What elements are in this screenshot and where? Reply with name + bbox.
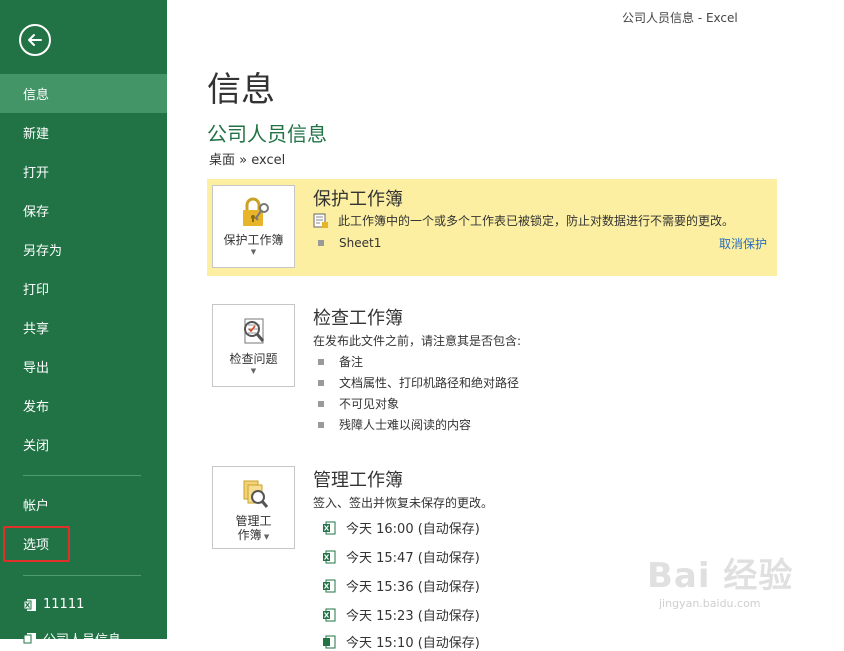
sidebar-item-save-as[interactable]: 另存为 bbox=[0, 230, 167, 269]
inspect-item-label: 文档属性、打印机路径和绝对路径 bbox=[339, 376, 520, 390]
chevron-down-icon: ▼ bbox=[261, 533, 270, 541]
protect-heading: 保护工作簿 bbox=[313, 189, 403, 210]
sidebar-item-label: 导出 bbox=[23, 361, 50, 376]
inspect-heading: 检查工作簿 bbox=[313, 308, 403, 329]
sidebar-item-share[interactable]: 共享 bbox=[0, 308, 167, 347]
sidebar-item-account[interactable]: 帐户 bbox=[0, 485, 167, 524]
inspect-item: 备注 bbox=[318, 353, 363, 370]
watermark-url: jingyan.baidu.com bbox=[659, 597, 761, 610]
sidebar-item-print[interactable]: 打印 bbox=[0, 269, 167, 308]
excel-file-icon bbox=[323, 521, 336, 534]
watermark-logo-text: Bai 经验 bbox=[647, 556, 794, 596]
sidebar-item-close[interactable]: 关闭 bbox=[0, 425, 167, 464]
document-title: 公司人员信息 bbox=[207, 122, 327, 146]
sidebar-item-label: 保存 bbox=[23, 205, 50, 220]
version-label: 今天 15:23 (自动保存) bbox=[346, 609, 480, 624]
page-title: 信息 bbox=[207, 70, 275, 110]
version-item[interactable]: 今天 15:10 (自动保存) bbox=[322, 632, 480, 651]
excel-file-icon bbox=[23, 598, 36, 611]
recent-file-label: 11111 bbox=[43, 597, 85, 612]
version-item[interactable]: 今天 16:00 (自动保存) bbox=[322, 518, 480, 537]
version-item[interactable]: 今天 15:23 (自动保存) bbox=[322, 605, 480, 624]
sidebar-item-label: 帐户 bbox=[23, 499, 50, 514]
backstage-sidebar: 信息 新建 打开 保存 另存为 打印 共享 导出 发布 关闭 帐户 选项 111… bbox=[0, 0, 167, 648]
sidebar-item-label: 关闭 bbox=[23, 439, 50, 454]
protected-sheet-label: Sheet1 bbox=[339, 236, 382, 250]
sidebar-divider bbox=[23, 475, 141, 476]
protect-button-label: 保护工作簿 bbox=[223, 233, 284, 247]
inspect-description: 在发布此文件之前，请注意其是否包含: bbox=[313, 334, 522, 348]
inspect-item-label: 不可见对象 bbox=[339, 397, 400, 411]
sidebar-item-label: 打开 bbox=[23, 166, 50, 181]
sidebar-item-publish[interactable]: 发布 bbox=[0, 386, 167, 425]
recent-file-item[interactable]: 11111 bbox=[23, 597, 84, 612]
sidebar-item-info[interactable]: 信息 bbox=[0, 74, 167, 113]
protect-workbook-button[interactable]: 保护工作簿 ▼ bbox=[212, 185, 295, 268]
inspect-item: 残障人士难以阅读的内容 bbox=[318, 416, 471, 433]
excel-file-icon bbox=[323, 579, 336, 592]
bullet-icon bbox=[318, 358, 324, 365]
manage-button-label: 管理工 作簿 ▼ bbox=[235, 514, 271, 544]
manage-workbook-button[interactable]: 管理工 作簿 ▼ bbox=[212, 466, 295, 549]
protect-description: 此工作簿中的一个或多个工作表已被锁定，防止对数据进行不需要的更改。 bbox=[338, 214, 735, 228]
bullet-icon bbox=[318, 379, 324, 386]
inspect-document-icon bbox=[243, 318, 264, 344]
unprotect-link[interactable]: 取消保护 bbox=[719, 235, 767, 252]
sidebar-item-label: 发布 bbox=[23, 400, 50, 415]
check-for-issues-button[interactable]: 检查问题 ▼ bbox=[212, 304, 295, 387]
inspect-item-label: 残障人士难以阅读的内容 bbox=[339, 418, 472, 432]
protect-workbook-section: 保护工作簿 ▼ 保护工作簿 此工作簿中的一个或多个工作表已被锁定，防止对数据进行… bbox=[207, 179, 777, 276]
arrow-left-icon bbox=[28, 34, 42, 46]
manage-versions-icon bbox=[243, 480, 268, 508]
lock-key-icon bbox=[242, 197, 269, 226]
sidebar-item-label: 另存为 bbox=[23, 244, 63, 259]
bullet-icon bbox=[318, 421, 324, 428]
sidebar-item-new[interactable]: 新建 bbox=[0, 113, 167, 152]
back-button[interactable] bbox=[19, 24, 51, 56]
sidebar-item-save[interactable]: 保存 bbox=[0, 191, 167, 230]
chevron-down-icon: ▼ bbox=[250, 248, 257, 256]
sidebar-item-export[interactable]: 导出 bbox=[0, 347, 167, 386]
manage-description: 签入、签出并恢复未保存的更改。 bbox=[313, 496, 494, 510]
bullet-icon bbox=[318, 240, 324, 246]
manage-heading: 管理工作簿 bbox=[313, 470, 403, 491]
bullet-icon bbox=[318, 400, 324, 407]
version-label: 今天 15:10 (自动保存) bbox=[346, 636, 480, 651]
sidebar-item-label: 新建 bbox=[23, 127, 50, 142]
baidu-watermark: Bai 经验 jingyan.baidu.com bbox=[647, 548, 832, 628]
document-path: 桌面 » excel bbox=[209, 153, 286, 168]
inspect-workbook-section: 检查问题 ▼ 检查工作簿 在发布此文件之前，请注意其是否包含: 备注 文档属性、… bbox=[207, 298, 777, 432]
sidebar-item-open[interactable]: 打开 bbox=[0, 152, 167, 191]
window-title: 公司人员信息 - Excel bbox=[622, 11, 738, 25]
protect-desc-row: 此工作簿中的一个或多个工作表已被锁定，防止对数据进行不需要的更改。 bbox=[313, 212, 734, 229]
inspect-item: 文档属性、打印机路径和绝对路径 bbox=[318, 374, 519, 391]
version-label: 今天 15:47 (自动保存) bbox=[346, 551, 480, 566]
sidebar-divider bbox=[23, 575, 141, 576]
version-label: 今天 16:00 (自动保存) bbox=[346, 522, 480, 537]
version-item[interactable]: 今天 15:36 (自动保存) bbox=[322, 576, 480, 595]
inspect-item: 不可见对象 bbox=[318, 395, 399, 412]
protected-sheet-item: Sheet1 bbox=[318, 236, 381, 250]
version-item[interactable]: 今天 15:47 (自动保存) bbox=[322, 547, 480, 566]
sidebar-item-label: 打印 bbox=[23, 283, 50, 298]
locked-sheet-icon bbox=[313, 213, 328, 228]
options-highlight-box bbox=[3, 526, 70, 562]
excel-file-icon bbox=[323, 608, 336, 621]
version-label: 今天 15:36 (自动保存) bbox=[346, 580, 480, 595]
sidebar-item-label: 信息 bbox=[23, 88, 50, 103]
check-issues-label: 检查问题 bbox=[229, 352, 278, 366]
inspect-item-label: 备注 bbox=[339, 355, 364, 369]
excel-file-icon bbox=[323, 635, 336, 648]
manage-button-label-line1: 管理工 bbox=[235, 514, 272, 528]
manage-button-label-line2: 作簿 bbox=[237, 528, 262, 542]
chevron-down-icon: ▼ bbox=[250, 367, 257, 375]
sidebar-item-label: 共享 bbox=[23, 322, 50, 337]
excel-file-icon bbox=[323, 550, 336, 563]
